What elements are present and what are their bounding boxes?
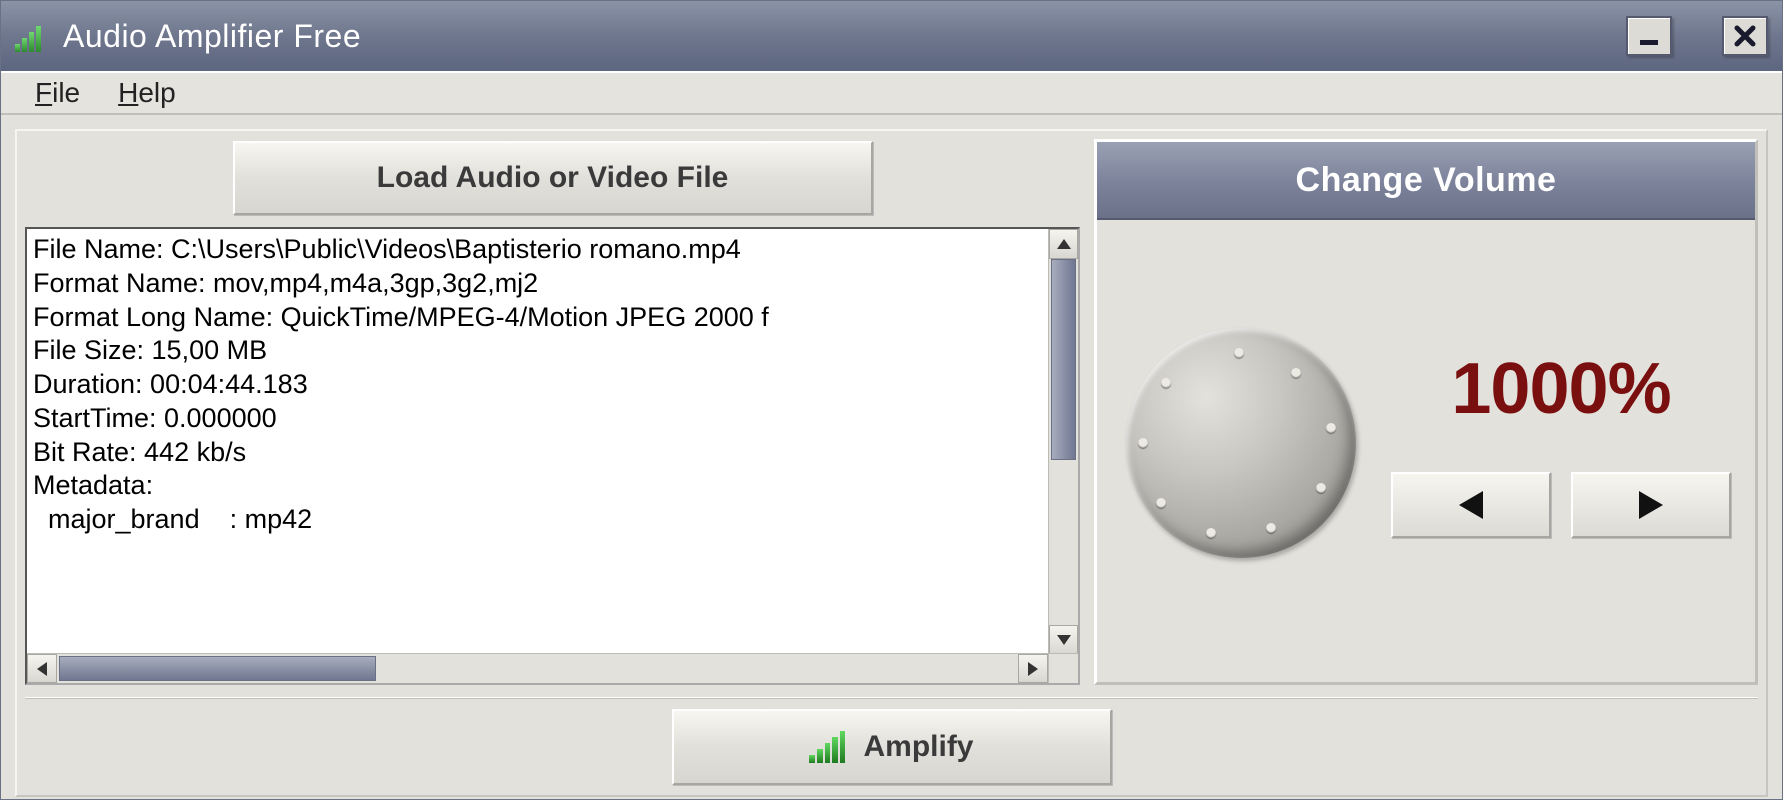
- vertical-scrollbar[interactable]: [1048, 229, 1078, 655]
- scroll-up-button[interactable]: [1049, 229, 1078, 259]
- volume-knob[interactable]: [1126, 328, 1356, 558]
- main-panel: Load Audio or Video File File Name: C:\U…: [15, 129, 1768, 797]
- app-window: Audio Amplifier Free File Help Load Audi…: [0, 0, 1783, 800]
- separator: [25, 697, 1758, 699]
- scroll-right-button[interactable]: [1018, 654, 1048, 683]
- triangle-right-icon: [1639, 491, 1663, 519]
- app-icon: [15, 24, 43, 52]
- triangle-down-icon: [1057, 635, 1071, 645]
- menu-help-rest: elp: [138, 77, 175, 108]
- volume-increase-button[interactable]: [1571, 472, 1731, 538]
- client-area: Load Audio or Video File File Name: C:\U…: [1, 115, 1782, 799]
- amplify-button[interactable]: Amplify: [672, 709, 1112, 785]
- file-info-box: File Name: C:\Users\Public\Videos\Baptis…: [25, 227, 1080, 685]
- bars-icon: [809, 731, 845, 763]
- volume-value: 1000%: [1451, 348, 1670, 430]
- volume-header: Change Volume: [1097, 142, 1755, 220]
- menubar: File Help: [1, 71, 1782, 115]
- close-button[interactable]: [1722, 16, 1768, 56]
- amplify-label: Amplify: [863, 730, 973, 764]
- volume-panel: Change Volume: [1094, 139, 1758, 685]
- titlebar[interactable]: Audio Amplifier Free: [1, 1, 1782, 71]
- triangle-right-icon: [1028, 662, 1038, 676]
- window-title: Audio Amplifier Free: [63, 18, 1606, 55]
- menu-file[interactable]: File: [35, 77, 80, 109]
- volume-decrease-button[interactable]: [1391, 472, 1551, 538]
- load-file-button[interactable]: Load Audio or Video File: [233, 141, 873, 215]
- horizontal-scroll-track[interactable]: [57, 654, 1018, 683]
- horizontal-scrollbar[interactable]: [27, 653, 1048, 683]
- minimize-icon: [1637, 24, 1661, 48]
- vertical-scroll-thumb[interactable]: [1051, 259, 1076, 460]
- triangle-left-icon: [1459, 491, 1483, 519]
- menu-file-rest: ile: [52, 77, 80, 108]
- scrollbar-corner: [1048, 653, 1078, 683]
- triangle-left-icon: [37, 662, 47, 676]
- close-icon: [1733, 24, 1757, 48]
- vertical-scroll-track[interactable]: [1049, 259, 1078, 625]
- left-column: Load Audio or Video File File Name: C:\U…: [25, 139, 1080, 685]
- scroll-down-button[interactable]: [1049, 625, 1078, 655]
- file-info-text: File Name: C:\Users\Public\Videos\Baptis…: [27, 229, 1078, 683]
- scroll-left-button[interactable]: [27, 654, 57, 683]
- horizontal-scroll-thumb[interactable]: [59, 656, 376, 681]
- triangle-up-icon: [1057, 239, 1071, 249]
- window-controls: [1626, 16, 1768, 56]
- minimize-button[interactable]: [1626, 16, 1672, 56]
- menu-help[interactable]: Help: [118, 77, 176, 109]
